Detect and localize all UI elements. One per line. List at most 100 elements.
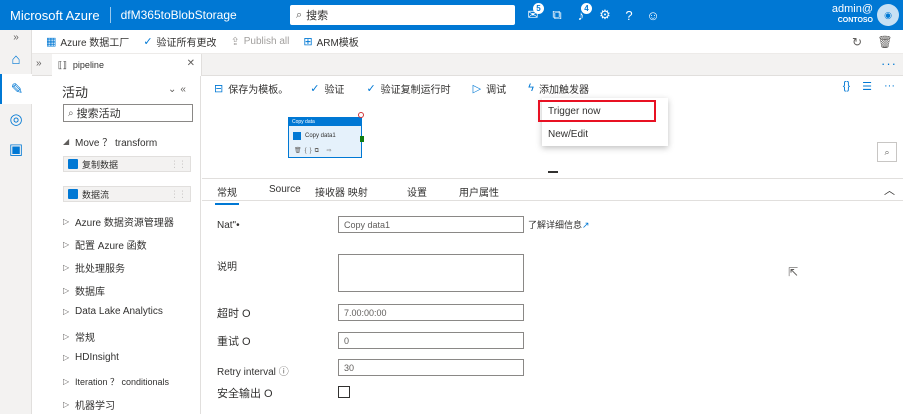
help-icon[interactable]: ? — [618, 0, 640, 30]
activities-panel: 活动 ⌄« ⌕ 搜索活动 ◢ Move ？ transform 复制数据 ⋮⋮ 数据… — [55, 76, 201, 414]
factory-toolbar-right: ↻ 🗑 — [839, 33, 895, 51]
monitor-icon[interactable]: ◎ — [0, 104, 32, 134]
success-port[interactable] — [360, 136, 364, 142]
factory-button[interactable]: ▦ Azure 数据工厂 — [46, 34, 129, 49]
notifications-icon[interactable]: ✉ 5 — [522, 0, 544, 30]
discard-icon[interactable]: 🗑 — [875, 33, 895, 51]
factory-name: dfM365toBlobStorage — [120, 8, 237, 22]
retry-input[interactable]: 0 — [338, 332, 524, 349]
publish-all-label: Publish all — [243, 36, 290, 47]
collapse-icons[interactable]: ⌄« — [168, 84, 190, 95]
category-data-explorer[interactable]: ▷ Azure 数据资源管理器 — [63, 214, 174, 229]
save-as-template-button[interactable]: ⊟ 保存为模板。 — [214, 81, 288, 96]
retry-interval-text: Retry interval — [217, 367, 276, 378]
feedback-icon[interactable]: ☺ — [642, 0, 664, 30]
description-input[interactable] — [338, 254, 524, 292]
category-batch-service[interactable]: ▷ 批处理服务 — [63, 260, 125, 275]
tab-source[interactable]: Source — [269, 184, 301, 195]
close-icon[interactable]: ✕ — [187, 58, 195, 69]
category-hdinsight[interactable]: ▷ HDInsight — [63, 352, 119, 363]
play-icon: ▷ — [472, 82, 482, 95]
retry-interval-input[interactable]: 30 — [338, 359, 524, 376]
external-link-icon: ↗ — [582, 220, 590, 230]
tab-pipeline[interactable]: ⟦⟧ pipeline ✕ — [52, 54, 202, 76]
category-move-transform[interactable]: ◢ Move ？ transform — [63, 134, 157, 149]
name-input[interactable]: Copy data1 — [338, 216, 524, 233]
learn-more-link[interactable]: 了解详细信息↗ — [528, 218, 590, 231]
brand-title[interactable]: Microsoft Azure — [0, 8, 100, 23]
tab-settings[interactable]: 设置 — [407, 184, 427, 199]
category-machine-learning[interactable]: ▷ 机器学习 — [63, 397, 115, 412]
left-rail: » ⌂ ✎ ◎ ▣ — [0, 30, 32, 414]
caret-down-icon: ◢ — [63, 137, 70, 146]
activities-search-input[interactable]: ⌕ 搜索活动 — [63, 104, 193, 122]
drag-handle-icon[interactable]: ⋮⋮ — [170, 159, 187, 170]
category-label: Iteration ？ conditionals — [75, 377, 170, 387]
save-as-template-label: 保存为模板。 — [228, 84, 289, 96]
activity-copy-data[interactable]: 复制数据 ⋮⋮ — [63, 156, 191, 172]
info-icon[interactable]: ⓘ — [279, 367, 289, 378]
new-edit-item[interactable]: New/Edit — [542, 122, 668, 146]
code-icon[interactable]: {} — [843, 80, 850, 93]
rail-expand-icon[interactable]: » — [0, 30, 32, 44]
activity-data-flow[interactable]: 数据流 ⋮⋮ — [63, 186, 191, 202]
validate-label: 验证 — [324, 84, 345, 96]
node-body: Copy data1 — [289, 126, 361, 140]
validate-all-button[interactable]: ✓ 验证所有更改 — [143, 34, 216, 49]
more-icon[interactable]: ··· — [884, 80, 895, 93]
properties-tabs: 常规 Source 接收器 映射 设置 用户属性 ︿ — [202, 179, 903, 205]
factory-button-label: Azure 数据工厂 — [60, 38, 130, 49]
category-database[interactable]: ▷ 数据库 — [63, 283, 105, 298]
add-trigger-label: 添加触发器 — [538, 84, 589, 96]
category-general[interactable]: ▷ 常规 — [63, 329, 95, 344]
secure-output-label: 安全输出 O — [217, 388, 273, 400]
caret-right-icon: ▷ — [63, 377, 70, 386]
more-icon[interactable]: ··· — [881, 56, 897, 71]
data-flow-icon — [68, 189, 78, 199]
properties-icon[interactable]: ☰ — [862, 80, 872, 93]
canvas-search-icon[interactable]: ⌕ — [877, 142, 897, 162]
debug-label: 调试 — [486, 84, 507, 96]
search-icon: ⌕ — [68, 107, 74, 119]
add-trigger-button[interactable]: ϟ 添加触发器 — [528, 81, 589, 96]
secure-output-checkbox[interactable] — [338, 386, 350, 398]
debug-button[interactable]: ▷ 调试 — [473, 81, 506, 96]
chevron-up-icon[interactable]: ︿ — [884, 182, 895, 198]
name-label: Nat"• — [217, 220, 240, 231]
refresh-icon[interactable]: ↻ — [847, 33, 867, 51]
node-action-icons[interactable]: 🗑{}⧉ ⇨ — [294, 147, 335, 155]
timeout-input[interactable]: 7.00:00:00 — [338, 304, 524, 321]
tab-pipeline-label: pipeline — [72, 60, 104, 70]
validate-copy-runtime-button[interactable]: ✓ 验证复制运行时 — [366, 81, 450, 96]
search-icon: ⌕ — [296, 8, 303, 21]
validate-button[interactable]: ✓ 验证 — [310, 81, 344, 96]
tab-general[interactable]: 常规 — [215, 184, 239, 205]
category-iteration-conditionals[interactable]: ▷ Iteration ？ conditionals — [63, 375, 169, 388]
gear-icon[interactable]: ⚙ — [594, 0, 616, 30]
caret-right-icon: ▷ — [63, 332, 70, 341]
manage-toolbox-icon[interactable]: ▣ — [0, 134, 32, 164]
directory-icon[interactable]: ⧉ — [546, 0, 568, 30]
tab-sink-mapping[interactable]: 接收器 映射 — [315, 184, 368, 199]
bell-icon[interactable]: ♪ 4 — [570, 0, 592, 30]
arm-template-button[interactable]: ⊞ ARM模板 — [303, 34, 358, 49]
mouse-cursor-icon: ⇱ — [788, 265, 799, 279]
author-pencil-icon[interactable]: ✎ — [0, 74, 32, 104]
panel-splitter[interactable] — [548, 171, 558, 173]
avatar[interactable]: ◉ — [877, 4, 899, 26]
tab-user-properties[interactable]: 用户属性 — [459, 184, 499, 199]
drag-handle-icon[interactable]: ⋮⋮ — [170, 189, 187, 200]
category-azure-function[interactable]: ▷ 配置 Azure 函数 — [63, 237, 147, 252]
trigger-now-item[interactable]: Trigger now — [538, 100, 656, 122]
category-data-lake-analytics[interactable]: ▷ Data Lake Analytics — [63, 306, 163, 317]
publish-all-button[interactable]: ⇪ Publish all — [231, 35, 290, 48]
account-menu[interactable]: admin@ CONTOSO — [832, 3, 873, 24]
home-icon[interactable]: ⌂ — [0, 44, 32, 74]
category-label: 常规 — [75, 333, 95, 344]
global-search-input[interactable]: ⌕ 搜索 — [290, 5, 515, 25]
chevron-double-right-icon[interactable]: » — [36, 58, 42, 69]
arm-template-label: ARM模板 — [316, 38, 359, 49]
retry-interval-label: Retry interval ⓘ — [217, 363, 289, 378]
caret-right-icon: ▷ — [63, 286, 70, 295]
copy-data-activity-node[interactable]: Copy data Copy data1 🗑{}⧉ ⇨ — [288, 112, 364, 158]
